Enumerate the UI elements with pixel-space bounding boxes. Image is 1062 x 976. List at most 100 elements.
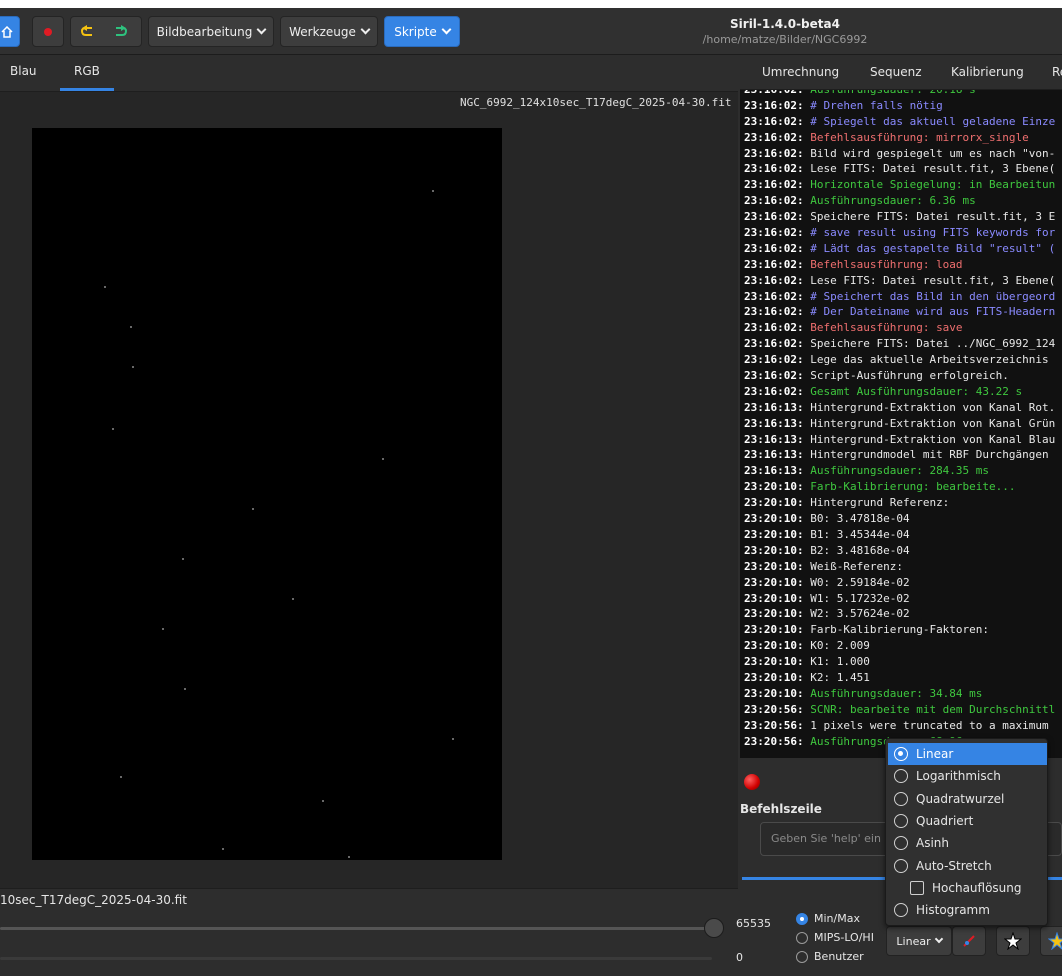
log-line: 23:16:02: Befehlsausführung: mirrorx_sin… <box>744 130 1062 146</box>
log-message: Ausführungsdauer: 284.35 ms <box>810 464 990 478</box>
menu-item-label: Logarithmisch <box>916 769 1001 784</box>
menu-item-auto-stretch[interactable]: Auto-Stretch <box>888 855 1047 877</box>
menu-item-label: Quadratwurzel <box>916 791 1005 806</box>
record-button[interactable] <box>32 16 64 47</box>
max-cut-slider-handle[interactable] <box>704 918 724 938</box>
menu-item-histogramm[interactable]: Histogramm <box>888 899 1047 921</box>
invert-button[interactable] <box>996 926 1030 956</box>
log-message: W1: 5.17232e-02 <box>810 591 910 605</box>
log-console[interactable]: 23:16:02: Ausführungsdauer: 20.18 s 23:16… <box>740 90 1062 758</box>
log-timestamp: 23:16:02: <box>744 241 804 255</box>
tab-rgb[interactable]: RGB <box>74 64 100 78</box>
menu-item-linear[interactable]: Linear <box>888 743 1047 765</box>
chevron-down-icon <box>441 24 452 35</box>
redo-icon[interactable] <box>116 24 128 36</box>
tab-registration[interactable]: Re <box>1052 65 1062 79</box>
star-point <box>432 190 434 192</box>
radio-unchecked-icon <box>894 813 908 828</box>
menu-item-label: Quadriert <box>916 813 974 828</box>
tab-calibration[interactable]: Kalibrierung <box>951 65 1024 79</box>
log-message: # Lädt das gestapelte Bild "result" ( <box>810 241 1056 255</box>
star-point <box>132 366 134 368</box>
star-point <box>182 558 184 560</box>
log-line: 23:20:10: K1: 1.000 <box>744 654 1062 670</box>
log-timestamp: 23:16:02: <box>744 321 804 335</box>
tools-menu[interactable]: Werkzeuge <box>280 16 378 47</box>
cut-mode-mips[interactable]: MIPS-LO/HI <box>796 931 874 944</box>
menu-item-label: Hochauflösung <box>932 880 1022 895</box>
max-cut-value[interactable]: 65535 <box>736 917 771 930</box>
log-message: Hintergrund-Extraktion von Kanal Grün <box>810 416 1056 430</box>
log-timestamp: 23:20:56: <box>744 734 804 748</box>
log-line: 23:16:02: Speichere FITS: Datei result.f… <box>744 209 1062 225</box>
astro-image[interactable] <box>32 128 502 860</box>
annotate-button[interactable] <box>1040 926 1062 956</box>
log-message: Bild wird gespiegelt um es nach "von- <box>810 146 1056 160</box>
log-timestamp: 23:20:10: <box>744 639 804 653</box>
tab-blue[interactable]: Blau <box>10 64 37 78</box>
siril-window: { "header": { "title": "Siril-1.4.0-beta… <box>0 0 1062 976</box>
log-timestamp: 23:16:02: <box>744 353 804 367</box>
log-line: 23:16:02: Befehlsausführung: load <box>744 257 1062 273</box>
undo-icon[interactable] <box>80 24 92 36</box>
log-line: 23:16:02: Lese FITS: Datei result.fit, 3… <box>744 273 1062 289</box>
log-line: 23:20:10: B0: 3.47818e-04 <box>744 511 1062 527</box>
image-processing-menu[interactable]: Bildbearbeitung <box>148 16 274 47</box>
log-line: 23:16:02: Ausführungsdauer: 6.36 ms <box>744 193 1062 209</box>
tab-conversion[interactable]: Umrechnung <box>762 65 839 79</box>
active-tab-indicator <box>60 88 114 91</box>
log-line: 23:16:02: Bild wird gespiegelt um es nac… <box>744 146 1062 162</box>
log-line: 23:16:02: # Drehen falls nötig <box>744 98 1062 114</box>
working-directory: /home/matze/Bilder/NGC6992 <box>702 33 868 46</box>
cut-mode-label: Benutzer <box>814 950 864 963</box>
home-button[interactable] <box>0 16 20 47</box>
stretch-mode-menu: Linear Logarithmisch Quadratwurzel Quadrier… <box>885 738 1048 926</box>
cut-mode-minmax[interactable]: Min/Max <box>796 912 860 925</box>
log-line: 23:20:10: Hintergrund Referenz: <box>744 495 1062 511</box>
log-line: 23:16:02: # Spiegelt das aktuell geladen… <box>744 114 1062 130</box>
log-message: # Drehen falls nötig <box>810 98 943 112</box>
menu-item-quadriert[interactable]: Quadriert <box>888 810 1047 832</box>
log-timestamp: 23:16:13: <box>744 464 804 478</box>
log-message: # Spiegelt das aktuell geladene Einze <box>810 114 1056 128</box>
header-bar: Bildbearbeitung Werkzeuge Skripte Siril-… <box>0 8 1062 55</box>
log-timestamp: 23:16:02: <box>744 384 804 398</box>
log-message: # save result using FITS keywords for <box>810 226 1056 240</box>
log-line: 23:20:10: W0: 2.59184e-02 <box>744 575 1062 591</box>
star-color-icon <box>1048 932 1062 950</box>
cut-mode-user[interactable]: Benutzer <box>796 950 864 963</box>
log-message: Ausführungsdauer: 20.18 s <box>810 90 976 96</box>
color-channels-button[interactable] <box>952 926 986 956</box>
menu-item-asinh[interactable]: Asinh <box>888 832 1047 854</box>
star-point <box>382 458 384 460</box>
max-cut-slider[interactable] <box>0 927 712 930</box>
log-message: K1: 1.000 <box>810 655 870 669</box>
menu-item-hochaufl-sung[interactable]: Hochauflösung <box>888 877 1047 899</box>
tab-sequence[interactable]: Sequenz <box>870 65 922 79</box>
log-timestamp: 23:20:56: <box>744 702 804 716</box>
image-viewport[interactable]: NGC_6992_124x10sec_T17degC_2025-04-30.fi… <box>0 92 738 888</box>
log-line: 23:20:10: Farb-Kalibrierung: bearbeite..… <box>744 479 1062 495</box>
log-line: 23:16:02: # Speichert das Bild in den üb… <box>744 289 1062 305</box>
log-line: 23:16:02: # Der Dateiname wird aus FITS-… <box>744 304 1062 320</box>
log-timestamp: 23:16:02: <box>744 337 804 351</box>
log-timestamp: 23:16:02: <box>744 162 804 176</box>
scripts-menu[interactable]: Skripte <box>384 16 460 47</box>
min-cut-slider[interactable] <box>0 957 712 960</box>
log-timestamp: 23:20:10: <box>744 607 804 621</box>
star-outline-icon <box>1004 932 1022 950</box>
log-message: Lese FITS: Datei result.fit, 3 Ebene( <box>810 273 1056 287</box>
log-line: 23:20:10: K0: 2.009 <box>744 638 1062 654</box>
log-message: K0: 2.009 <box>810 639 870 653</box>
star-point <box>292 598 294 600</box>
log-message: W0: 2.59184e-02 <box>810 575 910 589</box>
radio-unchecked-icon <box>894 903 908 918</box>
menu-item-logarithmisch[interactable]: Logarithmisch <box>888 765 1047 787</box>
menu-item-quadratwurzel[interactable]: Quadratwurzel <box>888 788 1047 810</box>
min-cut-value[interactable]: 0 <box>736 951 743 964</box>
stretch-mode-button[interactable]: Linear <box>886 926 952 956</box>
chevron-down-icon <box>256 24 267 35</box>
log-message: B2: 3.48168e-04 <box>810 543 910 557</box>
log-message: Speichere FITS: Datei result.fit, 3 E <box>810 210 1056 224</box>
cut-mode-label: MIPS-LO/HI <box>814 931 874 944</box>
